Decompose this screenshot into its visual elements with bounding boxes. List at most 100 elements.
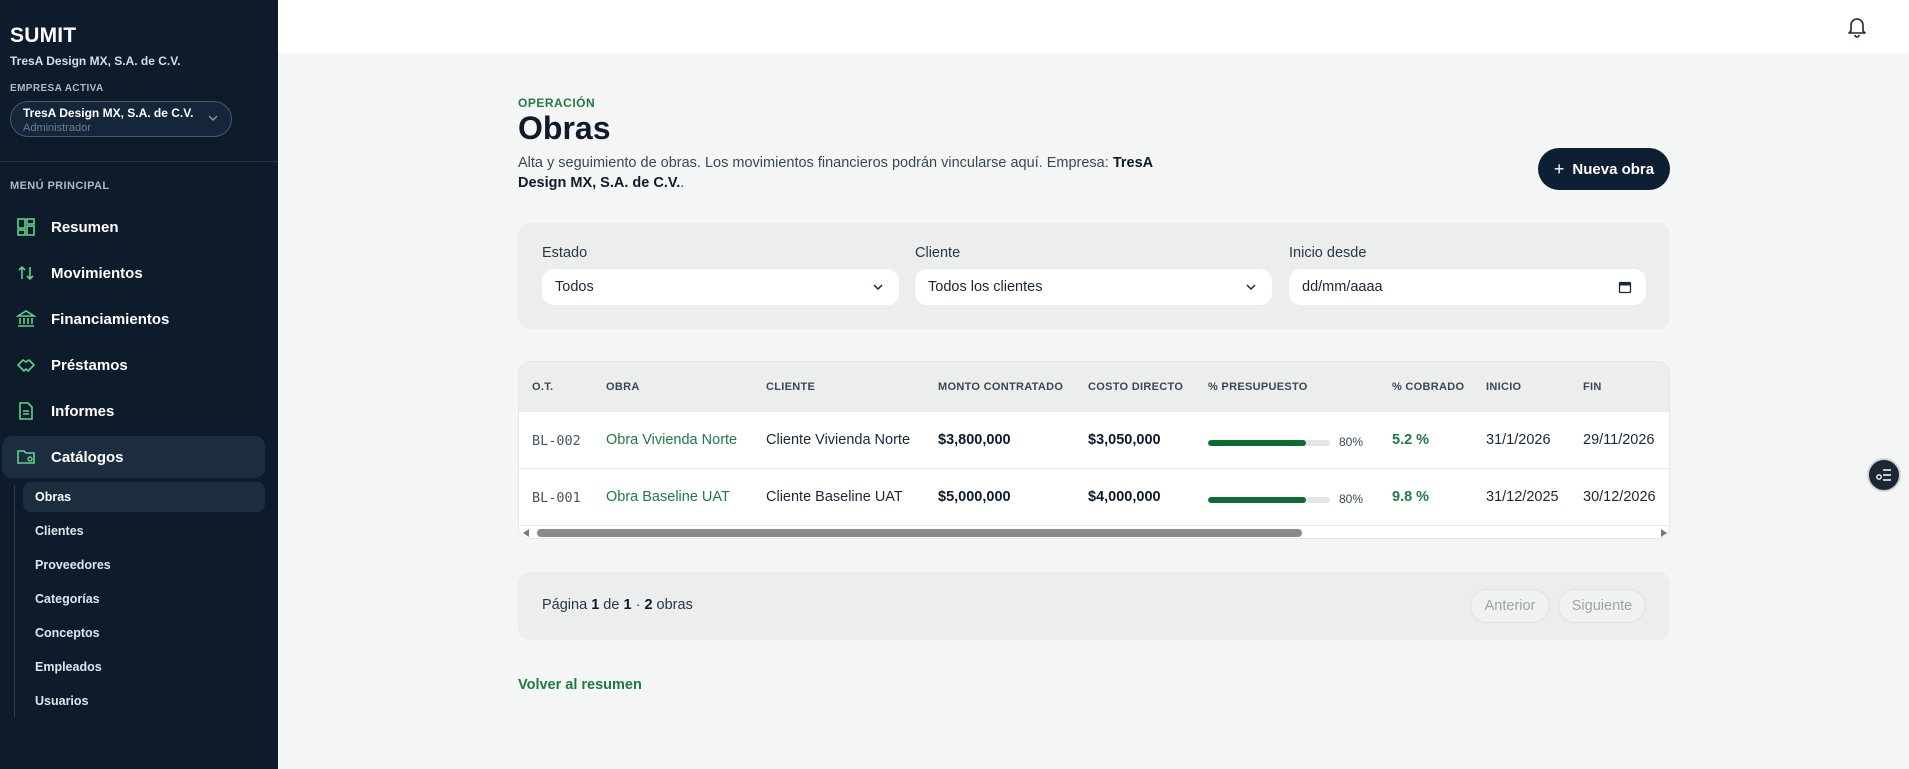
nav-item-label: Préstamos bbox=[51, 356, 128, 374]
cell-inicio: 31/12/2025 bbox=[1486, 489, 1559, 505]
filter-cliente: Cliente Todos los clientes bbox=[915, 245, 1272, 305]
filter-estado: Estado Todos bbox=[542, 245, 899, 305]
new-obra-button[interactable]: + Nueva obra bbox=[1538, 148, 1670, 190]
chevron-down-icon bbox=[1246, 284, 1256, 291]
budget-progress-fill bbox=[1208, 497, 1306, 503]
next-page-button[interactable]: Siguiente bbox=[1558, 589, 1646, 623]
cell-cliente: Cliente Vivienda Norte bbox=[766, 432, 911, 448]
col-inicio[interactable]: INICIO bbox=[1486, 381, 1521, 393]
page-description-text: Alta y seguimiento de obras. Los movimie… bbox=[518, 155, 1109, 171]
col-presupuesto[interactable]: % PRESUPUESTO bbox=[1208, 381, 1308, 393]
back-to-summary-link[interactable]: Volver al resumen bbox=[518, 677, 642, 693]
top-bar bbox=[278, 0, 1909, 54]
company-select-name: TresA Design MX, S.A. de C.V. bbox=[23, 106, 194, 120]
cell-monto: $3,800,000 bbox=[938, 432, 1011, 448]
horizontal-scrollbar[interactable] bbox=[519, 526, 1669, 538]
calendar-icon[interactable] bbox=[1618, 280, 1632, 294]
pagination-count: 2 bbox=[644, 597, 653, 613]
sub-item-categorias[interactable]: Categorías bbox=[23, 584, 265, 614]
list-settings-icon bbox=[1876, 469, 1891, 481]
cell-monto: $5,000,000 bbox=[938, 489, 1011, 505]
filter-cliente-label: Cliente bbox=[915, 245, 961, 261]
filter-inicio-label: Inicio desde bbox=[1289, 245, 1367, 261]
cell-fin: 29/11/2026 bbox=[1583, 432, 1655, 448]
brand-logo[interactable]: SUMIT bbox=[10, 24, 76, 48]
page-title: Obras bbox=[518, 110, 611, 146]
submenu-guide-line bbox=[14, 485, 15, 717]
nav-item-label: Informes bbox=[51, 402, 115, 420]
cell-costo: $4,000,000 bbox=[1088, 489, 1161, 505]
section-eyebrow: OPERACIÓN bbox=[518, 96, 596, 110]
sub-item-usuarios[interactable]: Usuarios bbox=[23, 686, 265, 716]
col-fin[interactable]: FIN bbox=[1583, 381, 1602, 393]
cliente-select[interactable]: Todos los clientes bbox=[915, 269, 1272, 305]
chevron-down-icon bbox=[208, 115, 218, 121]
nav-item-label: Catálogos bbox=[51, 448, 124, 466]
nav-item-movimientos[interactable]: Movimientos bbox=[2, 252, 265, 294]
filter-estado-label: Estado bbox=[542, 245, 588, 261]
table-header: O.T. OBRA CLIENTE MONTO CONTRATADO COSTO… bbox=[519, 362, 1669, 412]
cell-presupuesto: 80% bbox=[1339, 435, 1364, 449]
pagination-page-word: Página bbox=[542, 597, 588, 613]
floating-filter-button[interactable] bbox=[1867, 458, 1901, 492]
company-select-role: Administrador bbox=[23, 122, 91, 134]
pagination-total: 1 bbox=[623, 597, 632, 613]
budget-progress-bar bbox=[1208, 497, 1330, 503]
cell-costo: $3,050,000 bbox=[1088, 432, 1161, 448]
col-cobrado[interactable]: % COBRADO bbox=[1392, 381, 1464, 393]
col-obra[interactable]: OBRA bbox=[606, 381, 640, 393]
sub-item-clientes[interactable]: Clientes bbox=[23, 516, 265, 546]
scroll-left-icon[interactable] bbox=[523, 529, 529, 537]
cell-cobrado: 5.2 % bbox=[1392, 432, 1430, 448]
document-icon bbox=[15, 400, 37, 422]
handshake-icon bbox=[15, 354, 37, 376]
inicio-date-input[interactable]: dd/mm/aaaa bbox=[1289, 269, 1646, 305]
sub-item-proveedores[interactable]: Proveedores bbox=[23, 550, 265, 580]
sidebar: SUMIT TresA Design MX, S.A. de C.V. EMPR… bbox=[0, 0, 278, 769]
scrollbar-thumb[interactable] bbox=[537, 529, 1302, 537]
filter-inicio: Inicio desde dd/mm/aaaa bbox=[1289, 245, 1646, 305]
nav-item-resumen[interactable]: Resumen bbox=[2, 206, 265, 248]
sidebar-divider bbox=[0, 161, 278, 162]
prev-page-button[interactable]: Anterior bbox=[1470, 589, 1550, 623]
arrows-updown-icon bbox=[15, 262, 37, 284]
company-select[interactable]: TresA Design MX, S.A. de C.V. Administra… bbox=[10, 101, 232, 137]
sub-item-obras[interactable]: Obras bbox=[23, 482, 265, 512]
folder-settings-icon bbox=[15, 446, 37, 468]
estado-select[interactable]: Todos bbox=[542, 269, 899, 305]
cell-fin: 30/12/2026 bbox=[1583, 489, 1656, 505]
obras-table: O.T. OBRA CLIENTE MONTO CONTRATADO COSTO… bbox=[518, 361, 1670, 539]
sub-item-empleados[interactable]: Empleados bbox=[23, 652, 265, 682]
nav-item-financiamientos[interactable]: Financiamientos bbox=[2, 298, 265, 340]
col-costo[interactable]: COSTO DIRECTO bbox=[1088, 381, 1183, 393]
pagination-current: 1 bbox=[591, 597, 600, 613]
sub-item-conceptos[interactable]: Conceptos bbox=[23, 618, 265, 648]
cell-obra-link[interactable]: Obra Vivienda Norte bbox=[606, 432, 737, 448]
dashboard-icon bbox=[15, 216, 37, 238]
cell-presupuesto: 80% bbox=[1339, 492, 1364, 506]
budget-progress-fill bbox=[1208, 440, 1306, 446]
pagination-info: Página 1 de 1 · 2 obras bbox=[542, 597, 693, 613]
bank-icon bbox=[15, 308, 37, 330]
new-obra-label: Nueva obra bbox=[1572, 160, 1655, 178]
page-description: Alta y seguimiento de obras. Los movimie… bbox=[518, 155, 1153, 191]
nav-item-catalogos[interactable]: Catálogos bbox=[2, 436, 265, 478]
nav-item-informes[interactable]: Informes bbox=[2, 390, 265, 432]
budget-progress-bar bbox=[1208, 440, 1330, 446]
bell-icon[interactable] bbox=[1845, 14, 1869, 38]
col-cliente[interactable]: CLIENTE bbox=[766, 381, 815, 393]
cell-obra-link[interactable]: Obra Baseline UAT bbox=[606, 489, 730, 505]
filters-panel: Estado Todos Cliente Todos los clientes … bbox=[518, 223, 1670, 329]
company-label: EMPRESA ACTIVA bbox=[10, 83, 104, 94]
table-row: BL-002 Obra Vivienda Norte Cliente Vivie… bbox=[519, 412, 1669, 469]
nav-item-label: Financiamientos bbox=[51, 310, 170, 328]
scroll-right-icon[interactable] bbox=[1661, 529, 1667, 537]
col-ot[interactable]: O.T. bbox=[532, 381, 553, 393]
col-monto[interactable]: MONTO CONTRATADO bbox=[938, 381, 1063, 393]
cell-inicio: 31/1/2026 bbox=[1486, 432, 1551, 448]
estado-select-value: Todos bbox=[555, 279, 594, 295]
nav-item-prestamos[interactable]: Préstamos bbox=[2, 344, 265, 386]
inicio-date-placeholder: dd/mm/aaaa bbox=[1302, 279, 1383, 295]
cliente-select-value: Todos los clientes bbox=[928, 279, 1043, 295]
pagination: Página 1 de 1 · 2 obras Anterior Siguien… bbox=[518, 572, 1670, 640]
